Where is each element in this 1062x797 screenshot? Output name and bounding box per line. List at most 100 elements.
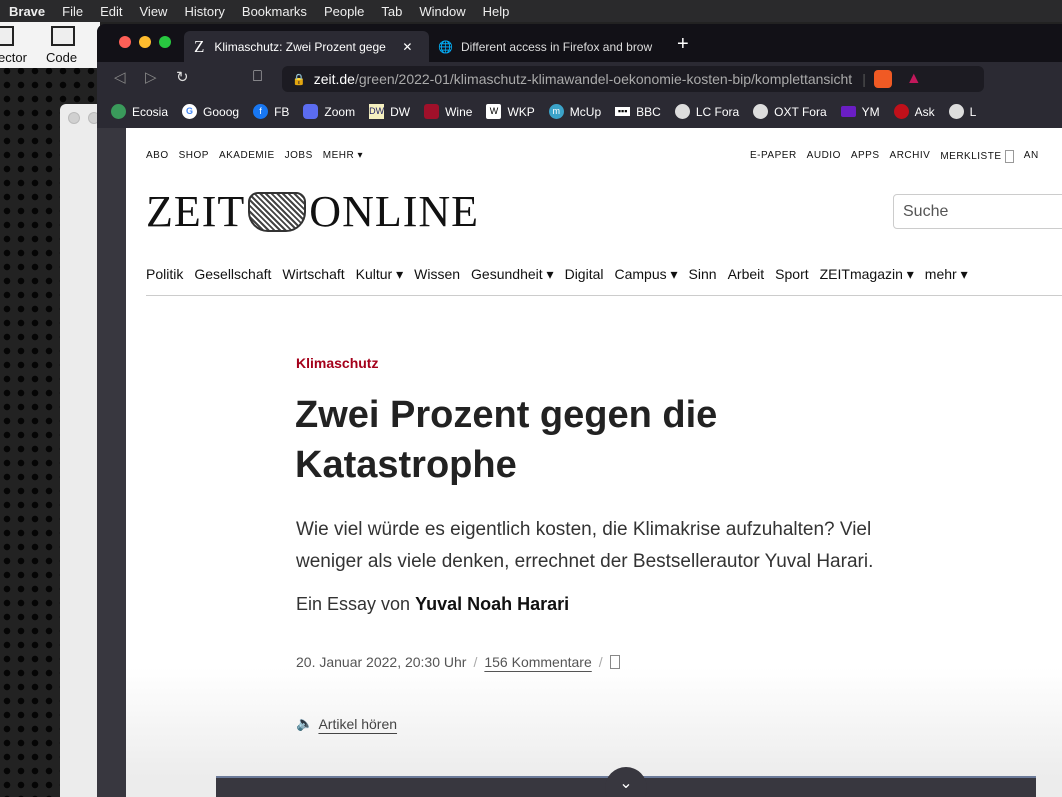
- maximize-window-button[interactable]: [159, 36, 171, 48]
- bookmark-facebook[interactable]: f FB: [253, 104, 289, 119]
- bookmark-wine[interactable]: Wine: [424, 104, 472, 119]
- article-kicker: Klimaschutz: [296, 355, 379, 371]
- bookmark-ecosia[interactable]: Ecosia: [111, 104, 168, 119]
- new-tab-button[interactable]: +: [677, 33, 689, 56]
- inspector-icon[interactable]: [0, 26, 14, 46]
- bookmark-label: Wine: [445, 104, 473, 119]
- bookmark-label: L: [969, 104, 977, 119]
- nav-mehr-main[interactable]: mehr ▾: [925, 266, 968, 295]
- article-byline: Ein Essay von Yuval Noah Harari: [296, 594, 569, 615]
- globe-icon: [674, 104, 690, 119]
- author-link[interactable]: Yuval Noah Harari: [415, 594, 569, 614]
- minimize-window-button[interactable]: [139, 36, 151, 48]
- comments-link[interactable]: 156 Kommentare: [484, 654, 591, 670]
- nav-wirtschaft[interactable]: Wirtschaft: [282, 266, 344, 295]
- address-bar[interactable]: 🔒 zeit.de/green/2022-01/klimaschutz-klim…: [282, 66, 984, 92]
- globe-icon: [948, 104, 964, 119]
- bookmark-label: Ecosia: [132, 104, 169, 119]
- search-input[interactable]: Suche: [893, 194, 1062, 229]
- nav-wissen[interactable]: Wissen: [414, 266, 460, 295]
- bookmark-ask[interactable]: Ask: [893, 104, 935, 119]
- nav-anmelden[interactable]: AN: [1024, 150, 1039, 163]
- window-button[interactable]: [68, 112, 80, 124]
- logo-text: ONLINE: [309, 187, 480, 236]
- bookmark-ym[interactable]: YM: [840, 105, 880, 119]
- menu-window[interactable]: Window: [410, 4, 473, 19]
- bbc-icon: ▪▪▪: [615, 107, 631, 116]
- inspector-label[interactable]: ector: [0, 50, 27, 65]
- nav-arbeit[interactable]: Arbeit: [728, 266, 765, 295]
- brave-shields-icon[interactable]: [873, 70, 892, 88]
- close-window-button[interactable]: [119, 36, 131, 48]
- url-host: zeit.de: [313, 71, 355, 87]
- nav-mehr[interactable]: MEHR ▾: [323, 150, 363, 161]
- browser-toolbar: ◁ ▷ ↻ ⎕ 🔒 zeit.de/green/2022-01/klimasch…: [97, 62, 1062, 95]
- sidebar-gutter: [97, 128, 126, 797]
- menu-people[interactable]: People: [315, 4, 372, 19]
- code-icon[interactable]: [51, 26, 75, 46]
- listen-article[interactable]: 🔈 Artikel hören: [296, 715, 397, 732]
- bookmark-mcup[interactable]: m McUp: [548, 104, 601, 119]
- bookmark-l[interactable]: L: [948, 104, 977, 119]
- bookmark-oxt-fora[interactable]: OXT Fora: [753, 104, 827, 119]
- bookmark-zoom[interactable]: Zoom: [303, 104, 355, 119]
- nav-sport[interactable]: Sport: [775, 266, 808, 295]
- nav-audio[interactable]: AUDIO: [807, 150, 841, 163]
- bookmark-label: BBC: [636, 104, 661, 119]
- menu-file[interactable]: File: [53, 4, 91, 19]
- tab-inactive[interactable]: 🌐 Different access in Firefox and brow: [434, 31, 664, 62]
- menu-help[interactable]: Help: [474, 4, 518, 19]
- bookmark-page-button[interactable]: ⎕: [253, 68, 262, 85]
- separator: /: [473, 654, 478, 670]
- nav-jobs[interactable]: JOBS: [285, 150, 313, 161]
- bookmark-bbc[interactable]: ▪▪▪ BBC: [615, 105, 661, 119]
- chevron-down-icon[interactable]: ⌄: [605, 767, 647, 797]
- globe-icon: 🌐: [438, 39, 453, 54]
- bookmark-wikipedia[interactable]: W WKP: [486, 104, 535, 119]
- close-tab-icon[interactable]: ✕: [402, 40, 412, 54]
- zeit-online-logo[interactable]: ZEIT ONLINE: [146, 186, 479, 237]
- nav-apps[interactable]: APPS: [851, 150, 880, 163]
- nav-abo[interactable]: ABO: [146, 150, 169, 161]
- zoom-icon: [303, 104, 319, 119]
- menu-brave[interactable]: Brave: [0, 4, 53, 19]
- nav-politik[interactable]: Politik: [146, 266, 183, 295]
- nav-merkliste[interactable]: MERKLISTE: [940, 150, 1014, 163]
- nav-zeitmagazin[interactable]: ZEITmagazin ▾: [820, 266, 914, 295]
- bookmark-lc-fora[interactable]: LC Fora: [674, 104, 739, 119]
- reload-button[interactable]: ↻: [176, 68, 189, 86]
- nav-campus[interactable]: Campus ▾: [614, 266, 677, 295]
- back-button[interactable]: ◁: [114, 68, 126, 86]
- brave-rewards-icon[interactable]: ▲: [906, 70, 922, 88]
- bookmark-dw[interactable]: DW DW: [369, 104, 410, 119]
- menu-tab[interactable]: Tab: [372, 4, 410, 19]
- speaker-icon: 🔈: [296, 715, 314, 731]
- nav-sinn[interactable]: Sinn: [689, 266, 717, 295]
- browser-window: Z Klimaschutz: Zwei Prozent gege ✕ 🌐 Dif…: [97, 24, 1062, 797]
- tab-strip: Z Klimaschutz: Zwei Prozent gege ✕ 🌐 Dif…: [97, 24, 1062, 62]
- nav-akademie[interactable]: AKADEMIE: [219, 150, 275, 161]
- background-app-toolbar: ector Code: [0, 22, 100, 68]
- bookmarks-bar: Ecosia G Gooog f FB Zoom DW DW Wine W WKP mM…: [97, 95, 1062, 128]
- byline-prefix: Ein Essay von: [296, 594, 411, 614]
- menu-history[interactable]: History: [175, 4, 232, 19]
- nav-digital[interactable]: Digital: [565, 266, 604, 295]
- bookmark-icon[interactable]: [609, 655, 620, 669]
- bookmark-google[interactable]: G Gooog: [182, 104, 239, 119]
- tab-active[interactable]: Z Klimaschutz: Zwei Prozent gege ✕: [184, 31, 429, 62]
- nav-archiv[interactable]: ARCHIV: [890, 150, 931, 163]
- bookmark-label: WKP: [507, 104, 535, 119]
- menu-view[interactable]: View: [131, 4, 176, 19]
- nav-shop[interactable]: SHOP: [179, 150, 209, 161]
- nav-gesellschaft[interactable]: Gesellschaft: [194, 266, 271, 295]
- ecosia-icon: [111, 104, 126, 119]
- nav-kultur[interactable]: Kultur ▾: [356, 266, 404, 295]
- listen-link[interactable]: Artikel hören: [318, 716, 397, 732]
- nav-epaper[interactable]: E-PAPER: [750, 150, 797, 163]
- forward-button[interactable]: ▷: [145, 68, 157, 86]
- menu-edit[interactable]: Edit: [91, 4, 130, 19]
- code-label[interactable]: Code: [46, 50, 77, 65]
- nav-gesundheit[interactable]: Gesundheit ▾: [471, 266, 554, 295]
- url-path: /green/2022-01/klimaschutz-klimawandel-o…: [354, 71, 853, 87]
- menu-bookmarks[interactable]: Bookmarks: [233, 4, 315, 19]
